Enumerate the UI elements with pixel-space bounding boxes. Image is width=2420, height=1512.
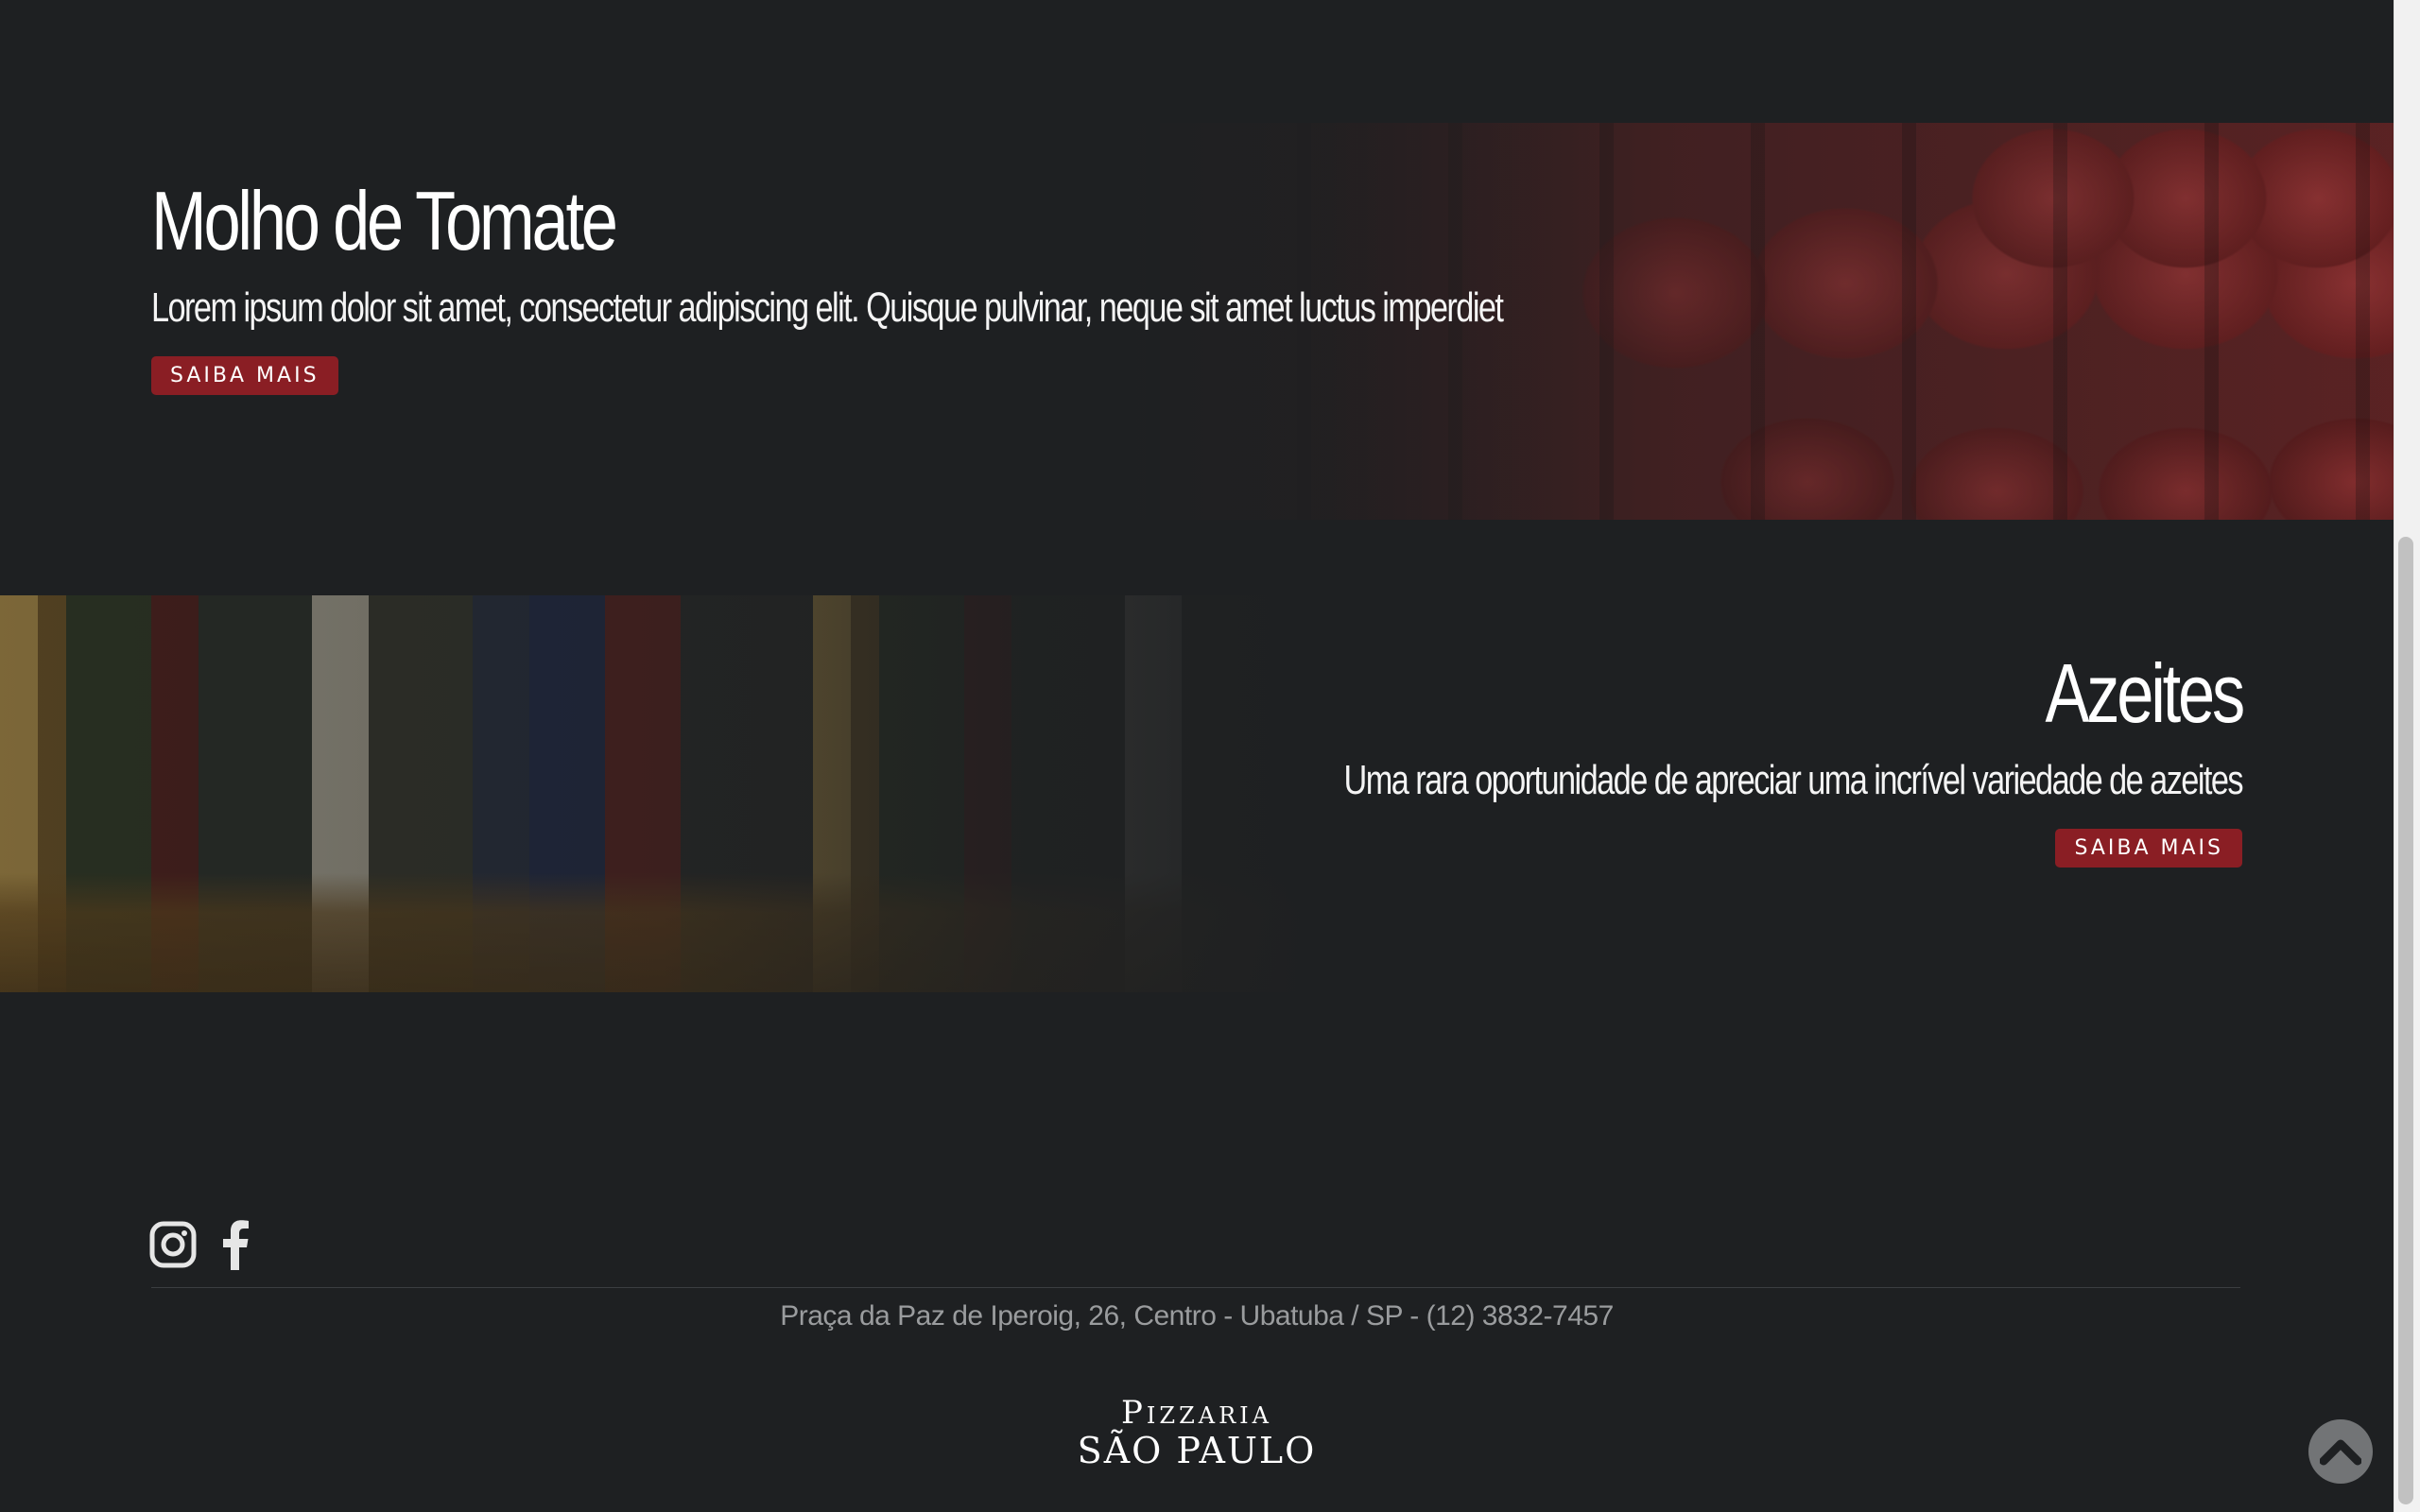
logo-line-bottom: SÃO PAULO — [1077, 1430, 1317, 1471]
scrollbar-thumb[interactable] — [2398, 537, 2413, 1504]
scroll-to-top-button[interactable] — [2308, 1419, 2373, 1484]
instagram-icon[interactable] — [149, 1219, 197, 1270]
feature-description: Uma rara oportunidade de apreciar uma in… — [1343, 756, 2244, 803]
footer-address: Praça da Paz de Iperoig, 26, Centro - Ub… — [780, 1300, 1614, 1332]
feature-molho-de-tomate: Molho de Tomate Lorem ipsum dolor sit am… — [0, 123, 2394, 520]
feature-text: Azeites Uma rara oportunidade de aprecia… — [730, 646, 2246, 868]
social-links — [149, 1219, 250, 1270]
feature-description: Lorem ipsum dolor sit amet, consectetur … — [151, 284, 1504, 331]
logo-line-top: Pizzaria — [1121, 1394, 1272, 1432]
pizzaria-sao-paulo-logo[interactable]: Pizzaria SÃO PAULO — [0, 1397, 2394, 1469]
feature-text: Molho de Tomate Lorem ipsum dolor sit am… — [151, 174, 1664, 395]
chevron-up-icon — [2320, 1439, 2361, 1466]
saiba-mais-button[interactable]: SAIBA MAIS — [151, 355, 338, 395]
page: Molho de Tomate Lorem ipsum dolor sit am… — [0, 0, 2394, 1512]
facebook-icon[interactable] — [221, 1219, 250, 1270]
saiba-mais-button[interactable]: SAIBA MAIS — [2055, 828, 2242, 868]
feature-azeites: Azeites Uma rara oportunidade de aprecia… — [0, 595, 2394, 992]
feature-title: Azeites — [2045, 646, 2246, 740]
footer-divider — [151, 1287, 2240, 1288]
feature-title: Molho de Tomate — [151, 174, 618, 267]
